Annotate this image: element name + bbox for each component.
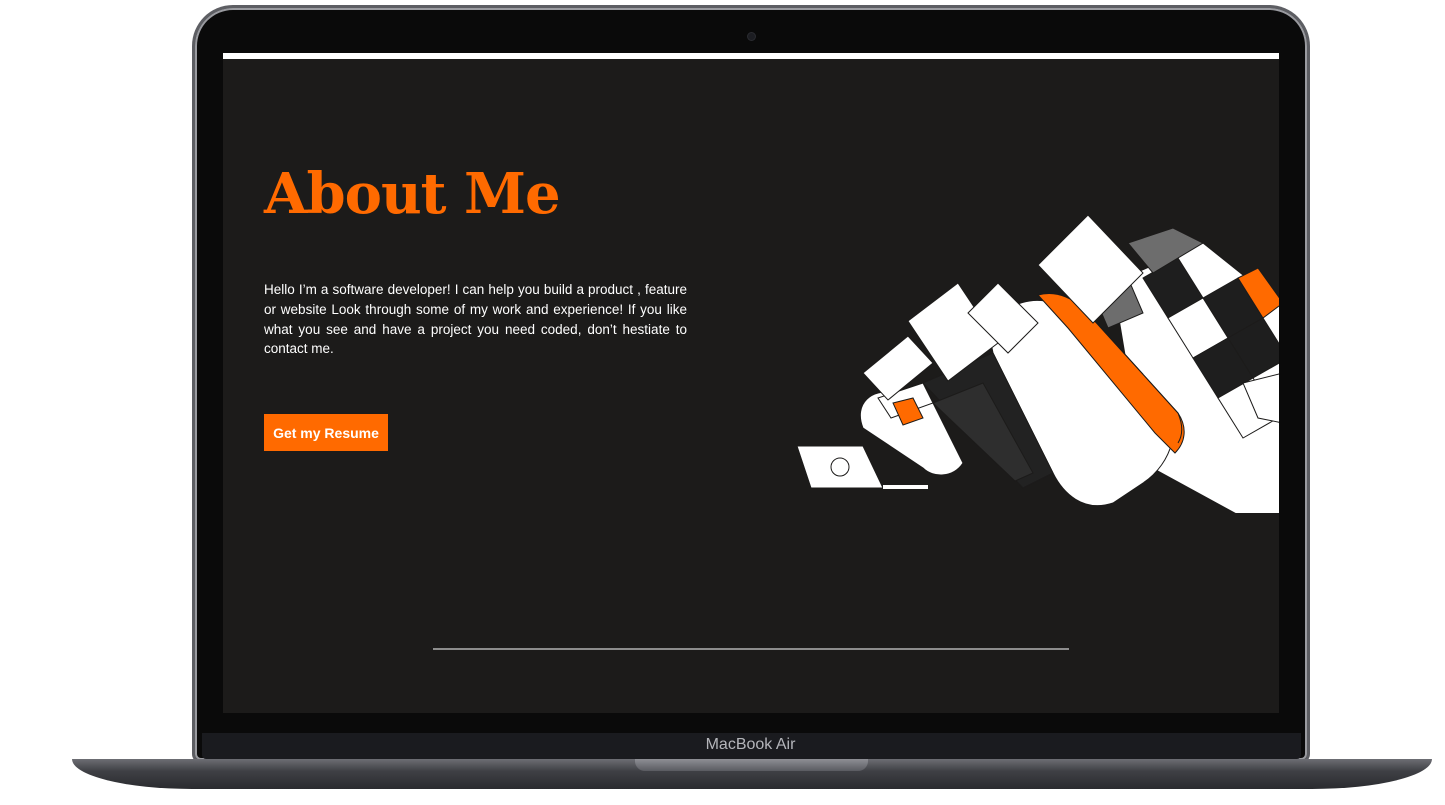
laptop-notch: [635, 759, 868, 771]
abstract-illustration: [796, 214, 1279, 513]
page-title: About Me: [264, 161, 561, 227]
section-divider: [433, 648, 1069, 650]
get-resume-button[interactable]: Get my Resume: [264, 414, 388, 451]
device-label: MacBook Air: [705, 736, 796, 753]
top-bar: [223, 53, 1279, 59]
laptop-screen: About Me Hello I’m a software developer!…: [223, 53, 1279, 713]
bio-text: Hello I’m a software developer! I can he…: [264, 282, 687, 357]
camera-icon: [748, 33, 755, 40]
